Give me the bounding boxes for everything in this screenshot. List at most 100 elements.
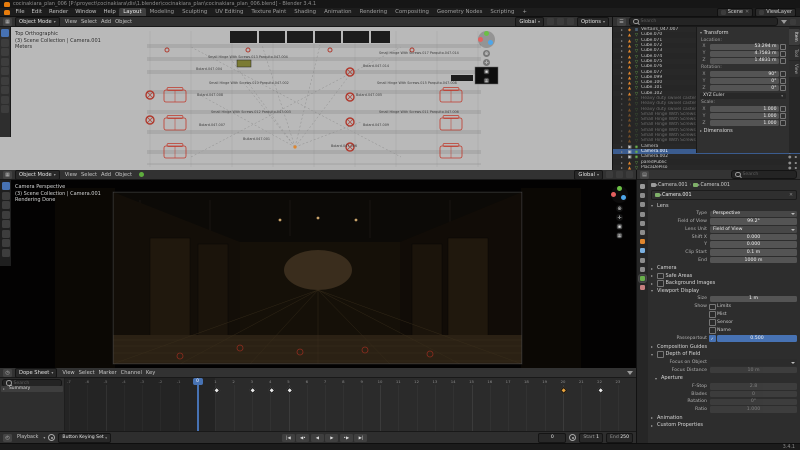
editor-type-icon[interactable]: ▦ [3,17,12,26]
properties-tab-tool[interactable] [639,183,646,190]
keyframe-diamond[interactable] [285,386,294,395]
transform-panel-title[interactable]: ▾ Transform [700,30,786,36]
dof-checkbox[interactable] [657,351,664,358]
focus-object-field[interactable] [710,359,797,366]
dope-sheet-editor-icon[interactable]: ◷ [3,368,12,377]
lock-icon[interactable] [780,106,786,112]
add-workspace-button[interactable]: + [518,8,531,16]
snap-magnet-icon[interactable] [606,171,613,178]
zoom-icon[interactable]: ⊕ [483,50,490,57]
keyframe-diamond[interactable] [249,386,257,395]
workspace-tab-rendering[interactable]: Rendering [356,8,392,16]
workspace-tab-layout[interactable]: Layout [119,8,146,16]
menu-render[interactable]: Render [45,9,71,15]
play-button[interactable]: ▶ [325,433,339,442]
options-dropdown[interactable]: Options ▾ [576,17,609,27]
limits-checkbox[interactable] [709,303,716,311]
lock-icon[interactable] [780,57,786,64]
camera-view-icon[interactable]: ▣ [616,223,623,230]
dope-sheet-grid[interactable]: -7-6-5-4-3-2-101234567891011121314151617… [65,378,636,431]
keyframe-insert-icon[interactable] [569,434,577,441]
menu-help[interactable]: Help [100,9,119,15]
auto-keying-toggle[interactable] [48,434,56,441]
blender-menu-icon[interactable] [4,9,10,15]
keyframe-diamond[interactable] [596,386,605,395]
lens-panel-header[interactable]: ▾ Lens [651,202,797,210]
background-images-checkbox[interactable] [657,280,664,287]
properties-tab-object[interactable] [639,238,646,245]
workspace-tab-geometry-nodes[interactable]: Geometry Nodes [433,8,486,16]
lock-icon[interactable] [780,43,786,50]
composition-guides-panel-header[interactable]: ▸ Composition Guides [651,343,797,351]
scale-z[interactable]: Z 1.000 [700,120,786,126]
properties-tab-view-layer[interactable] [639,211,646,218]
properties-editor-icon[interactable]: ▤ [640,170,649,179]
ratio-field[interactable]: 1.000 [710,406,797,413]
axis-x-icon[interactable] [611,192,616,197]
shading-rendered-icon[interactable] [626,171,633,178]
lock-icon[interactable] [780,78,786,84]
camera-nav-gizmo[interactable]: ⊕ ✛ ▣ ▦ [611,186,628,239]
properties-tab-constraints[interactable] [639,266,646,273]
rotation-mode-dropdown[interactable]: XYZ Euler ▾ [700,92,786,99]
fov-field[interactable]: 99.2° [710,218,797,225]
keying-set-dropdown[interactable]: Button Keying Set ▾ [58,432,111,443]
lens-unit-dropdown[interactable]: Field of View [710,226,797,233]
workspace-tab-scripting[interactable]: Scripting [486,8,518,16]
render-preview-canvas[interactable] [0,180,636,368]
name-checkbox[interactable] [709,327,716,334]
workspace-tab-animation[interactable]: Animation [320,8,355,16]
tool-button-1[interactable] [1,38,9,47]
tool-button-4[interactable] [1,67,9,75]
axis-y-icon[interactable] [617,186,622,191]
rotation-field[interactable]: 0° [710,398,797,406]
axis-z-icon[interactable] [621,195,626,200]
tool-button-5[interactable] [1,76,9,85]
filter-icon[interactable] [781,19,787,24]
location-x[interactable]: X 53.294 m [700,43,786,50]
lens-type-dropdown[interactable]: Perspective [710,210,797,218]
menu-view[interactable]: View [63,19,79,25]
toggle-ortho-icon[interactable]: ▦ [483,77,490,84]
menu-select[interactable]: Select [79,19,99,25]
menu-view[interactable]: View [63,172,79,178]
background-images-panel-header[interactable]: ▸ Background Images [651,280,797,288]
properties-tab-render[interactable] [639,192,646,199]
menu-view[interactable]: View [60,370,76,376]
lock-icon[interactable] [780,120,786,126]
tool-button-2[interactable] [1,201,10,209]
zoom-icon[interactable]: ⊕ [616,205,623,212]
lock-icon[interactable] [780,85,786,91]
location-z[interactable]: Z 1.4831 m [700,57,786,64]
proportional-edit-icon[interactable] [556,18,564,25]
move-view-icon[interactable]: ✛ [616,214,623,221]
properties-tab-object-data[interactable] [638,273,647,283]
prev-keyframe-button[interactable]: ◀• [296,433,310,442]
editor-type-icon[interactable]: ▦ [3,170,12,179]
shift-y-field[interactable]: 0.000 [710,241,797,248]
tool-button-1[interactable] [1,191,10,200]
id-datablock-field[interactable]: Camera.001 ✕ [651,190,797,200]
properties-tab-material[interactable] [639,284,646,291]
menu-channel[interactable]: Channel [119,370,144,376]
plan-nav-gizmo[interactable]: ⊕ ✛ ▣ ▦ [478,31,495,84]
properties-search-input[interactable]: Search [731,170,797,179]
playhead[interactable]: 0 [192,378,203,431]
scale-x[interactable]: X 1.000 [700,106,786,112]
workspace-tab-modeling[interactable]: Modeling [146,8,179,16]
camera-view-icon[interactable]: ▣ [483,68,490,75]
outliner-editor-icon[interactable]: ☰ [617,17,626,26]
n-panel-tab-tool[interactable]: Tool [789,45,800,60]
size-field[interactable]: 1 m [710,295,797,303]
focus-distance-field[interactable]: 10 m [710,366,797,374]
custom-properties-panel-header[interactable]: ▸ Custom Properties [651,422,797,430]
workspace-tab-shading[interactable]: Shading [290,8,320,16]
workspace-tab-texture-paint[interactable]: Texture Paint [247,8,290,16]
properties-tab-output[interactable] [639,201,646,208]
transform-orientation[interactable]: Global ▾ [574,170,603,180]
rotation-z[interactable]: Z 0° [700,85,786,91]
keyframe-diamond[interactable] [267,386,276,395]
tool-button-0[interactable] [1,182,10,190]
menu-object[interactable]: Object [113,19,134,25]
outliner-options-icon[interactable] [790,18,796,25]
